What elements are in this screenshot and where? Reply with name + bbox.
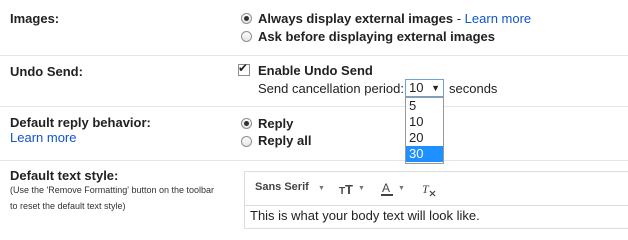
divider <box>0 160 628 161</box>
images-label: Images: <box>10 11 60 26</box>
remove-formatting-icon[interactable]: T <box>421 181 437 197</box>
svg-text:A: A <box>382 181 390 195</box>
sample-body-text[interactable]: This is what your body text will look li… <box>245 205 628 230</box>
option-20[interactable]: 20 <box>406 130 443 146</box>
cancellation-period-dropdown[interactable]: 5 10 20 30 <box>405 97 444 164</box>
option-30[interactable]: 30 <box>406 146 443 162</box>
text-style-note-line1: (Use the 'Remove Formatting' button on t… <box>10 185 215 195</box>
font-size-icon[interactable]: T T <box>339 183 355 195</box>
enable-undo-send-checkbox[interactable]: ✔ <box>238 61 250 76</box>
font-family-button[interactable]: Sans Serif <box>255 181 309 193</box>
checkmark-icon: ✔ <box>238 61 249 75</box>
radio-reply-all-label[interactable]: Reply all <box>258 133 311 148</box>
undo-send-label: Undo Send: <box>10 64 83 79</box>
radio-ask-before-label[interactable]: Ask before displaying external images <box>258 29 495 44</box>
cancellation-period-label: Send cancellation period: <box>258 81 404 96</box>
radio-always-display[interactable] <box>241 13 252 24</box>
text-style-note-line2: to reset the default text style) <box>10 201 126 211</box>
reply-learn-more-link[interactable]: Learn more <box>10 130 76 145</box>
text-color-icon[interactable]: A <box>380 181 394 197</box>
text-style-editor: Sans Serif ▼ T T ▼ A ▼ T This is what yo… <box>244 171 628 229</box>
enable-undo-send-label[interactable]: Enable Undo Send <box>258 63 373 78</box>
option-5[interactable]: 5 <box>406 98 443 114</box>
chevron-down-icon: ▼ <box>431 83 440 93</box>
reply-behavior-label: Default reply behavior: <box>10 115 151 130</box>
radio-always-display-label[interactable]: Always display external images - Learn m… <box>258 11 531 26</box>
cancellation-period-select[interactable]: 10 ▼ <box>405 79 444 97</box>
text-style-label: Default text style: <box>10 168 119 183</box>
formatting-toolbar: Sans Serif ▼ T T ▼ A ▼ T <box>245 172 628 205</box>
caret-down-icon: ▼ <box>358 185 365 192</box>
divider <box>0 106 628 107</box>
svg-text:T: T <box>345 183 353 195</box>
separator-text: - <box>453 11 465 26</box>
radio-ask-before[interactable] <box>241 31 252 42</box>
cancellation-period-value: 10 <box>409 80 424 95</box>
images-learn-more-link[interactable]: Learn more <box>465 11 531 26</box>
radio-reply-label[interactable]: Reply <box>258 116 293 131</box>
option-10[interactable]: 10 <box>406 114 443 130</box>
always-display-text: Always display external images <box>258 11 454 26</box>
divider <box>0 55 628 56</box>
caret-down-icon: ▼ <box>398 185 405 192</box>
svg-text:T: T <box>422 182 430 196</box>
seconds-label: seconds <box>449 81 498 96</box>
caret-down-icon: ▼ <box>318 185 325 192</box>
radio-reply[interactable] <box>241 118 252 129</box>
radio-reply-all[interactable] <box>241 136 252 147</box>
